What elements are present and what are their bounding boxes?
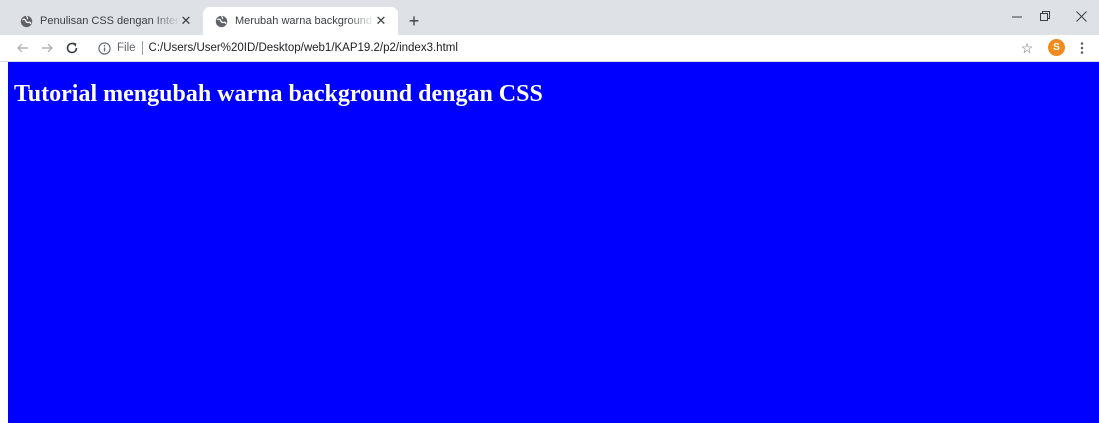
- menu-button[interactable]: [1074, 39, 1090, 57]
- close-window-button[interactable]: [1063, 0, 1099, 32]
- close-tab-icon[interactable]: ✕: [179, 13, 193, 28]
- restore-icon: [1039, 10, 1050, 21]
- globe-icon: [19, 14, 33, 28]
- browser-toolbar: File C:/Users/User%20ID/Desktop/web1/KAP…: [0, 35, 1099, 62]
- tab-strip: Penulisan CSS dengan Internal Style ✕ Me…: [0, 0, 1099, 35]
- forward-button[interactable]: [38, 39, 56, 57]
- reload-button[interactable]: [63, 39, 81, 57]
- back-button[interactable]: [14, 39, 32, 57]
- tab-merubah-warna[interactable]: Merubah warna background dengan CSS ✕: [203, 7, 398, 35]
- omnibox-divider: [141, 41, 143, 55]
- file-scheme-label: File: [117, 42, 136, 54]
- close-tab-icon[interactable]: ✕: [374, 13, 388, 28]
- back-arrow-icon: [17, 43, 28, 53]
- url-text[interactable]: C:/Users/User%20ID/Desktop/web1/KAP19.2/…: [149, 42, 458, 54]
- tab-title: Merubah warna background dengan CSS: [235, 15, 375, 27]
- bookmark-star-icon[interactable]: ☆: [1018, 39, 1036, 57]
- page-heading: Tutorial mengubah warna background denga…: [14, 81, 543, 107]
- minimize-icon: [1011, 16, 1022, 17]
- tab-penulisan-css[interactable]: Penulisan CSS dengan Internal Style ✕: [8, 7, 203, 35]
- kebab-menu-icon: [1080, 42, 1084, 54]
- address-bar[interactable]: File C:/Users/User%20ID/Desktop/web1/KAP…: [92, 37, 1032, 59]
- profile-avatar[interactable]: S: [1048, 39, 1065, 56]
- tab-title: Penulisan CSS dengan Internal Style: [40, 15, 180, 27]
- info-icon[interactable]: [98, 41, 111, 55]
- reload-icon: [66, 42, 78, 54]
- new-tab-button[interactable]: +: [403, 10, 425, 32]
- restore-button[interactable]: [1027, 0, 1063, 32]
- close-icon: [1075, 10, 1087, 22]
- page-viewport: Tutorial mengubah warna background denga…: [8, 62, 1099, 423]
- forward-arrow-icon: [42, 43, 53, 53]
- globe-icon: [214, 14, 228, 28]
